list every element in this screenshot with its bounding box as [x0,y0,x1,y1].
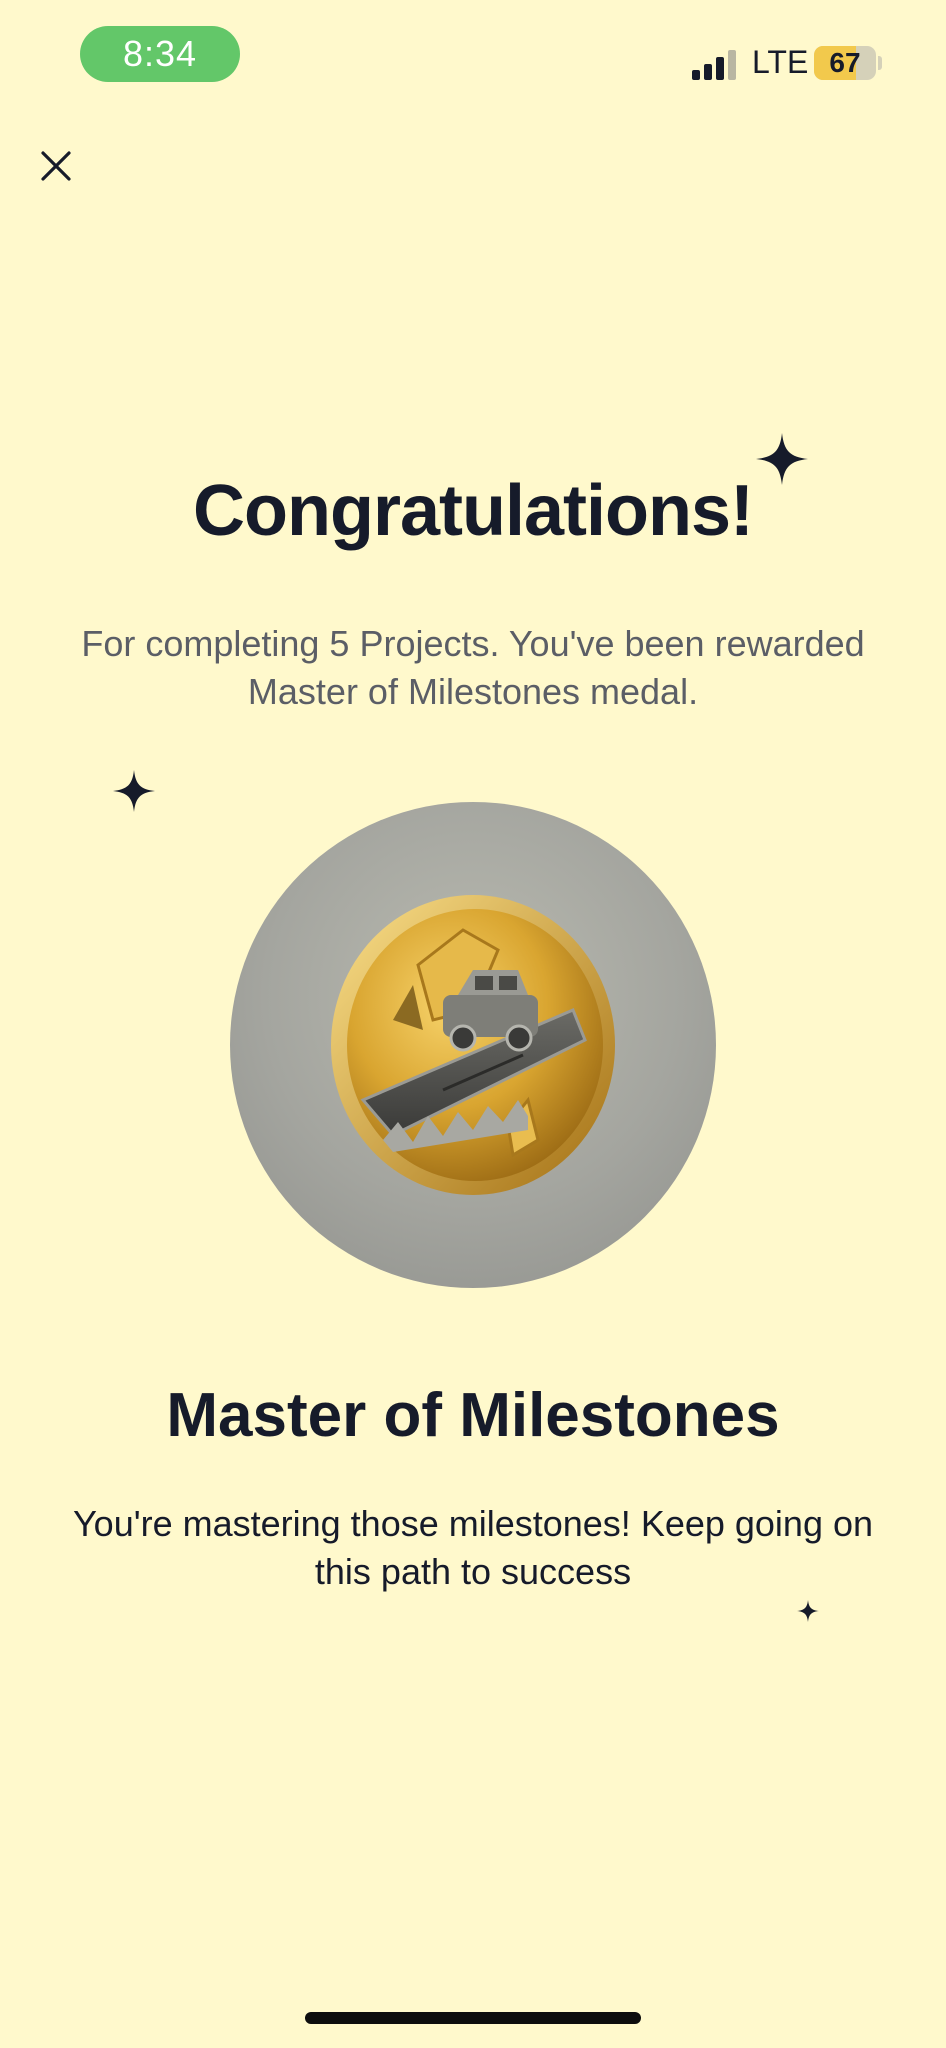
medal-description: You're mastering those milestones! Keep … [72,1503,874,1592]
congratulations-title: Congratulations! [193,471,754,551]
sparkle-icon [797,1600,819,1622]
medal-title: Master of Milestones [166,1381,780,1450]
battery-tip [878,56,882,70]
medal-image [230,802,716,1288]
signal-strength-icon [692,46,740,80]
sparkle-icon [113,770,155,812]
battery-icon: 67 [814,46,876,80]
network-type: LTE [752,44,809,80]
medal-icon [331,895,615,1195]
close-button[interactable] [30,140,82,192]
battery-level: 67 [829,47,861,78]
home-indicator[interactable] [305,2012,641,2024]
status-time: 8:34 [80,26,240,82]
status-bar: 8:34 LTE 67 [0,0,946,110]
close-icon [41,151,71,181]
reward-message: For completing 5 Projects. You've been r… [81,623,865,712]
